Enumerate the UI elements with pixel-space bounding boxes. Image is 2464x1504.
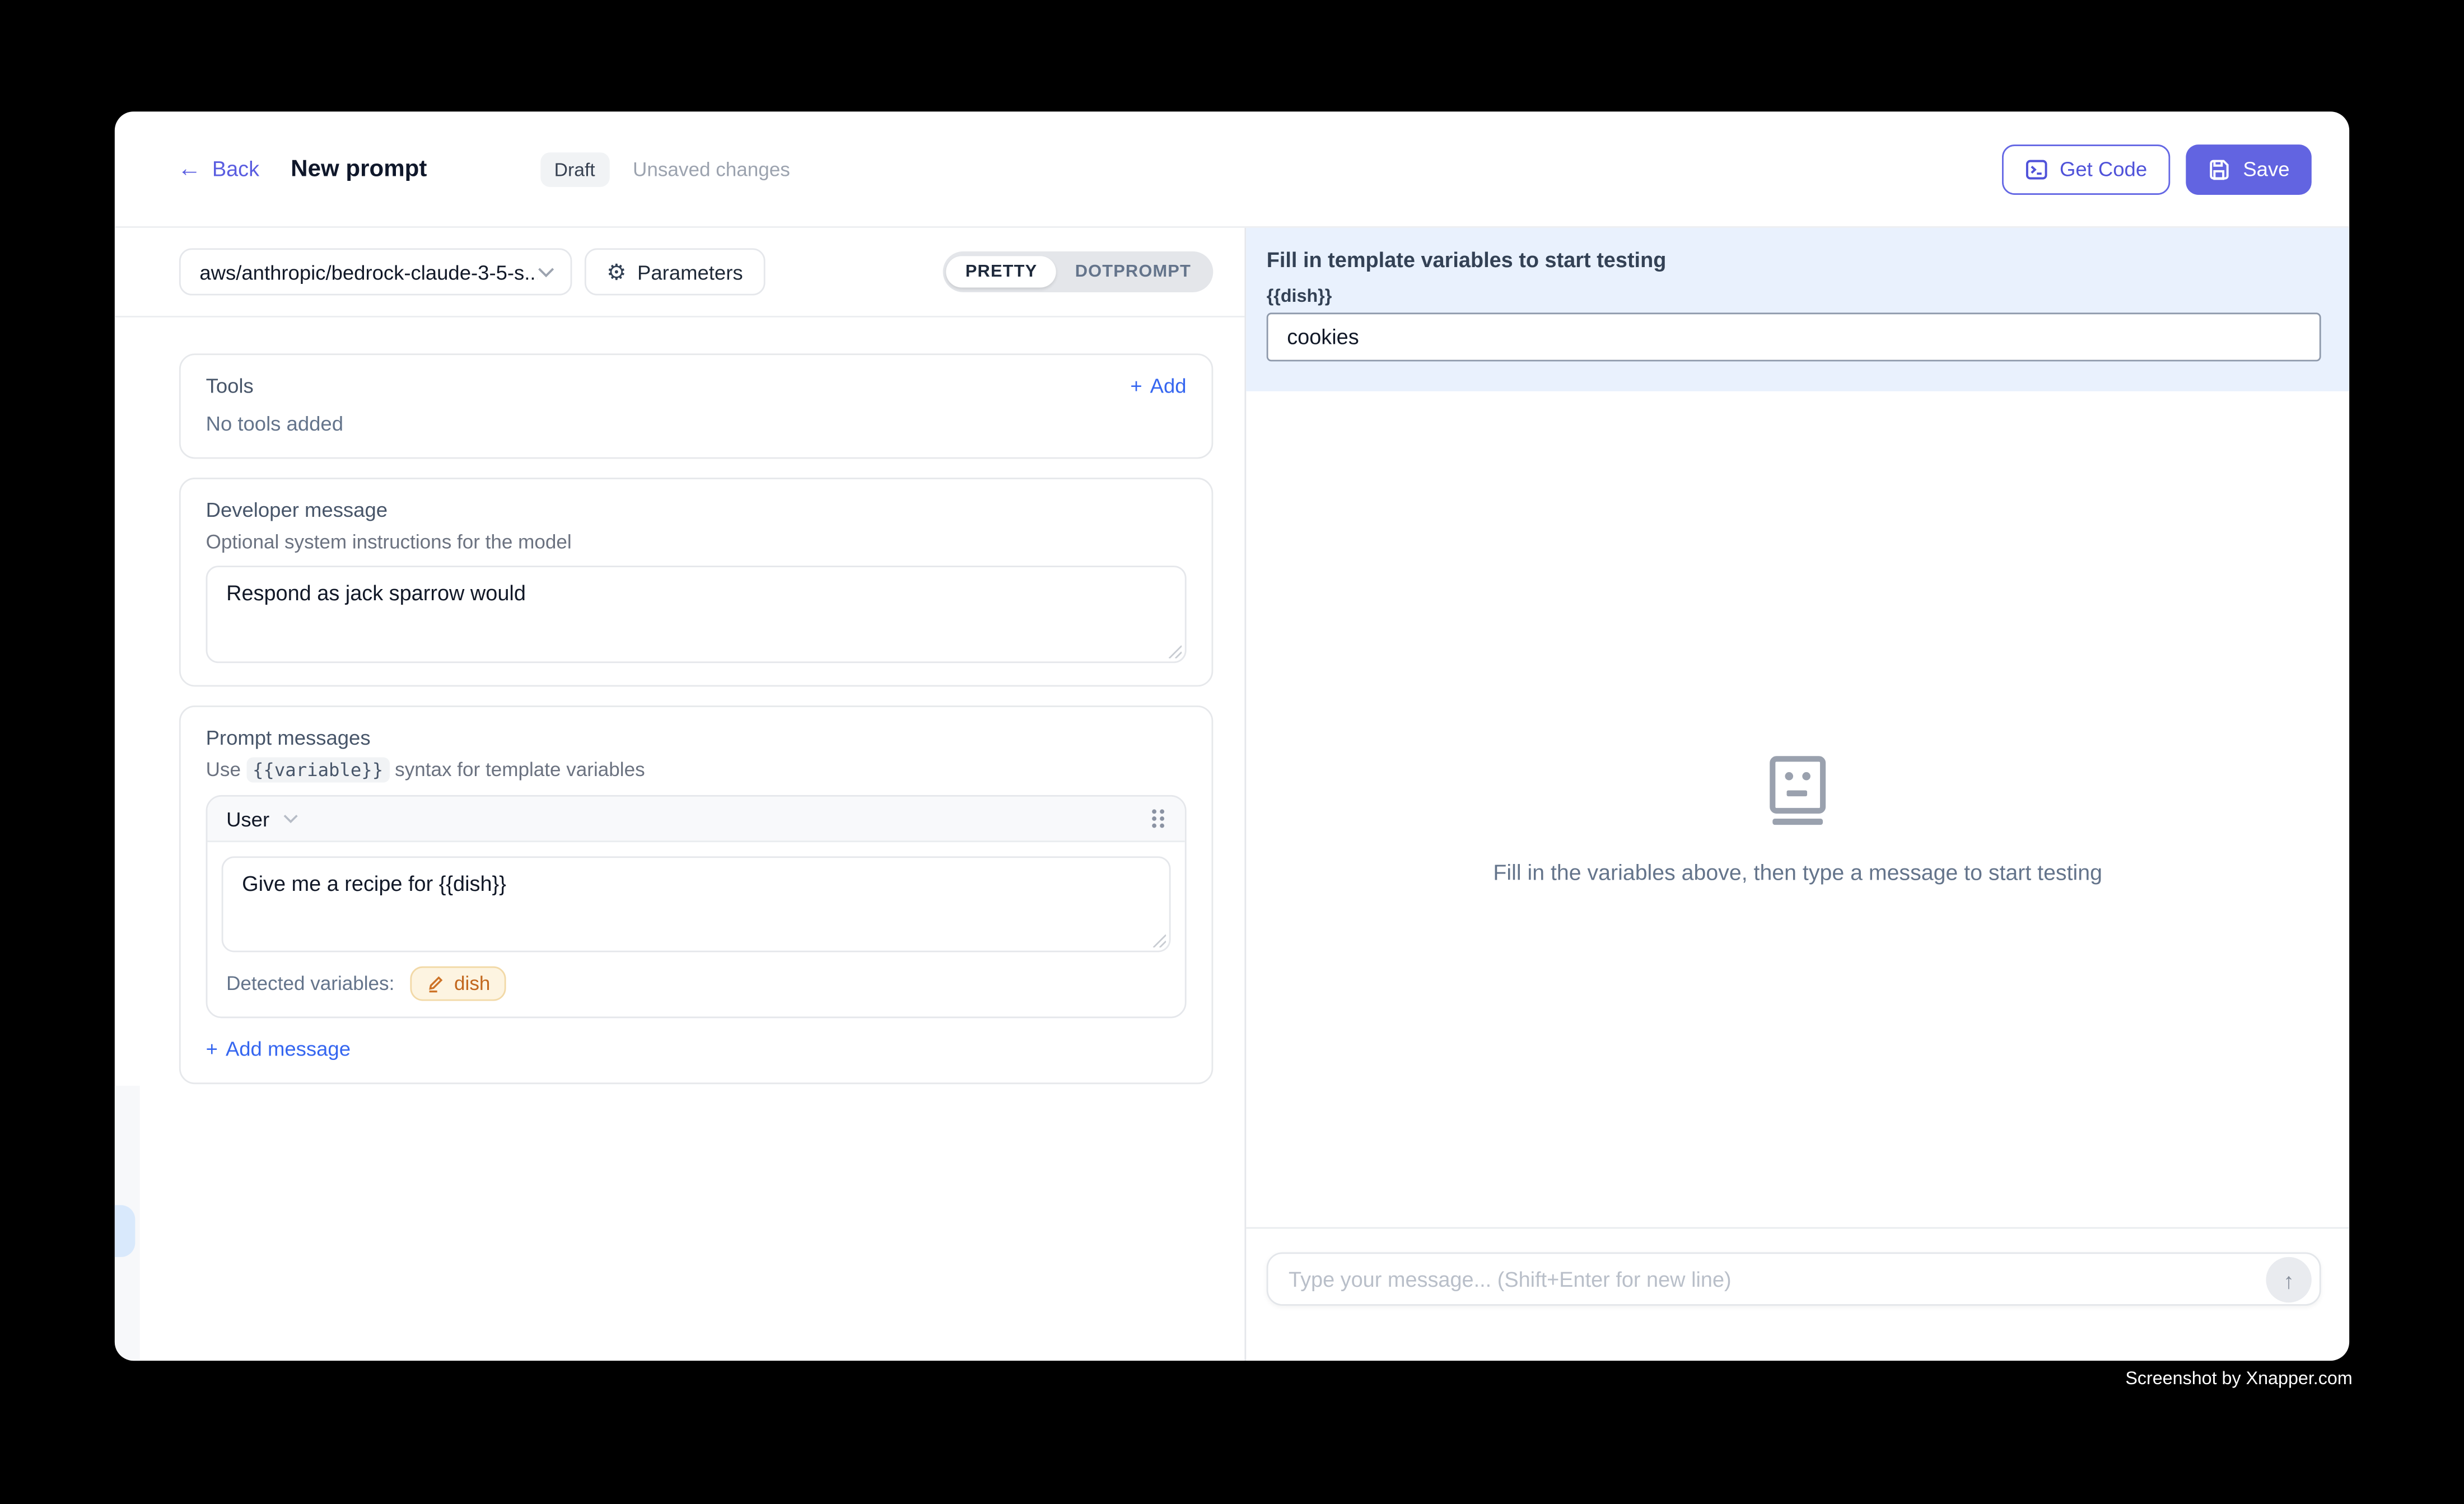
back-arrow-icon: ← <box>178 157 201 181</box>
variable-badge-label: dish <box>454 973 490 994</box>
tools-title: Tools <box>206 374 254 398</box>
chat-empty-state: Fill in the variables above, then type a… <box>1246 391 2349 1227</box>
screenshot-stage: ← Back New prompt Draft Unsaved changes <box>0 0 2464 1503</box>
back-button[interactable]: ← Back <box>178 157 259 181</box>
message-header: User <box>207 797 1184 842</box>
prompt-editor-panel: aws/anthropic/bedrock-claude-3-5-s... ⚙ … <box>115 228 1245 1361</box>
developer-message-card: Developer message Optional system instru… <box>179 478 1213 686</box>
unsaved-changes-text: Unsaved changes <box>633 158 790 180</box>
model-selector[interactable]: aws/anthropic/bedrock-claude-3-5-s... <box>179 248 572 295</box>
subtitle-prefix: Use <box>206 759 241 781</box>
toggle-pretty[interactable]: PRETTY <box>946 256 1056 287</box>
developer-message-textarea[interactable]: Respond as jack sparrow would <box>206 566 1187 663</box>
fill-variables-title: Fill in template variables to start test… <box>1267 248 2321 272</box>
message-textarea[interactable]: Give me a recipe for {{dish}} <box>222 856 1171 952</box>
add-tool-button[interactable]: + Add <box>1130 374 1186 398</box>
sidebar-active-item-fragment <box>115 1205 135 1257</box>
developer-message-title: Developer message <box>206 498 1187 522</box>
resize-handle-icon[interactable] <box>1152 933 1166 947</box>
drag-grip-icon[interactable] <box>1150 807 1166 829</box>
app-window: ← Back New prompt Draft Unsaved changes <box>115 111 2349 1361</box>
parameters-button[interactable]: ⚙ Parameters <box>585 248 765 295</box>
send-arrow-icon: ↑ <box>2283 1267 2294 1292</box>
add-message-label: Add message <box>226 1037 351 1061</box>
role-label: User <box>226 807 269 830</box>
send-message-button[interactable]: ↑ <box>2266 1257 2311 1302</box>
variable-name-label: {{dish}} <box>1267 288 2321 307</box>
bot-face-icon <box>1766 756 1829 825</box>
chat-input-container: ↑ <box>1267 1252 2321 1305</box>
model-row: aws/anthropic/bedrock-claude-3-5-s... ⚙ … <box>115 228 1245 317</box>
prompt-messages-subtitle: Use {{variable}} syntax for template var… <box>206 759 1187 781</box>
message-body: Give me a recipe for {{dish}} Detected v… <box>207 842 1184 1016</box>
chevron-down-icon <box>283 814 299 824</box>
parameters-label: Parameters <box>637 260 743 283</box>
resize-handle-icon[interactable] <box>1168 644 1182 658</box>
main-split: aws/anthropic/bedrock-claude-3-5-s... ⚙ … <box>115 228 2349 1361</box>
subtitle-suffix: syntax for template variables <box>395 759 645 781</box>
chat-input-row: ↑ <box>1246 1227 2349 1361</box>
tools-card: Tools + Add No tools added <box>179 353 1213 459</box>
watermark-text: Screenshot by Xnapper.com <box>2125 1370 2352 1389</box>
tools-empty-text: No tools added <box>206 412 1187 435</box>
chevron-down-icon <box>538 267 555 278</box>
detected-variables-row: Detected variables: dis <box>222 966 1171 1001</box>
draft-status-badge: Draft <box>540 152 609 186</box>
header-bar: ← Back New prompt Draft Unsaved changes <box>115 111 2349 228</box>
variable-value-input[interactable] <box>1267 312 2321 361</box>
back-label: Back <box>212 157 259 181</box>
save-label: Save <box>2243 157 2289 181</box>
test-panel: Fill in template variables to start test… <box>1244 228 2349 1361</box>
developer-message-subtitle: Optional system instructions for the mod… <box>206 531 1187 553</box>
role-selector[interactable]: User <box>226 807 299 830</box>
toggle-dotprompt[interactable]: DOTPROMPT <box>1056 256 1210 287</box>
empty-state-caption: Fill in the variables above, then type a… <box>1493 860 2102 885</box>
prompt-messages-title: Prompt messages <box>206 726 1187 749</box>
variable-badge-dish[interactable]: dish <box>410 966 506 1001</box>
terminal-icon <box>2025 158 2047 180</box>
prompt-messages-card: Prompt messages Use {{variable}} syntax … <box>179 706 1213 1084</box>
plus-icon: + <box>1130 374 1142 398</box>
get-code-label: Get Code <box>2060 157 2147 181</box>
save-button[interactable]: Save <box>2186 144 2311 194</box>
model-selector-value: aws/anthropic/bedrock-claude-3-5-s... <box>199 260 537 283</box>
plus-icon: + <box>206 1037 218 1061</box>
add-tool-label: Add <box>1150 374 1187 398</box>
gear-icon: ⚙ <box>606 261 626 283</box>
variable-syntax-chip: {{variable}} <box>246 758 390 783</box>
save-floppy-icon <box>2209 158 2230 180</box>
status-group: Draft Unsaved changes <box>540 152 790 186</box>
header-actions: Get Code Save <box>2001 144 2312 194</box>
editor-scroll-area: Tools + Add No tools added Developer mes… <box>115 317 1245 1361</box>
add-message-button[interactable]: + Add message <box>206 1037 1187 1061</box>
template-variables-section: Fill in template variables to start test… <box>1246 228 2349 391</box>
get-code-button[interactable]: Get Code <box>2001 144 2171 194</box>
chat-message-input[interactable] <box>1268 1254 2320 1304</box>
view-mode-toggle: PRETTY DOTPROMPT <box>944 251 1214 292</box>
page-title: New prompt <box>291 156 427 183</box>
message-item: User <box>206 795 1187 1018</box>
detected-variables-label: Detected variables: <box>226 973 394 994</box>
edit-pencil-icon <box>426 974 445 993</box>
